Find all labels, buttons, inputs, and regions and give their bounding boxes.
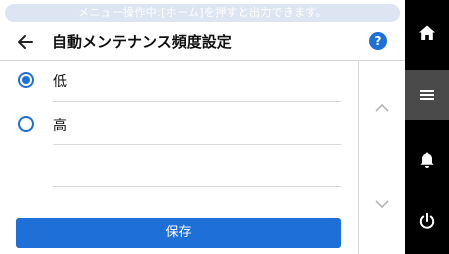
scroll-up-button[interactable]	[372, 100, 392, 116]
help-button[interactable]: ?	[369, 32, 387, 50]
divider	[53, 144, 341, 145]
divider	[53, 101, 341, 102]
bell-icon	[420, 152, 434, 168]
option-label: 高	[53, 118, 67, 134]
option-list: 低 高	[0, 61, 358, 211]
power-button[interactable]	[405, 196, 449, 246]
page-title: 自動メンテナンス頻度設定	[52, 33, 232, 51]
power-icon	[419, 212, 435, 229]
main-panel: メニュー操作中:[ホーム]を押すと出力できます。 自動メンテナンス頻度設定 ? …	[0, 0, 405, 254]
radio-unselected-icon[interactable]	[18, 116, 34, 132]
divider	[53, 186, 341, 187]
option-low[interactable]: 低	[0, 61, 358, 103]
back-arrow-icon	[18, 35, 33, 49]
option-label: 低	[53, 74, 67, 90]
home-button[interactable]	[405, 8, 449, 58]
menu-icon	[420, 90, 434, 100]
option-high[interactable]: 高	[0, 103, 358, 145]
chevron-up-icon	[375, 103, 389, 112]
back-button[interactable]	[12, 30, 40, 54]
status-banner: メニュー操作中:[ホーム]を押すと出力できます。	[5, 4, 400, 22]
notifications-button[interactable]	[405, 135, 449, 185]
sidebar	[405, 0, 449, 254]
chevron-down-icon	[375, 200, 389, 209]
menu-button[interactable]	[405, 70, 449, 120]
radio-selected-icon[interactable]	[18, 72, 34, 88]
scroll-divider	[358, 61, 359, 254]
page-header: 自動メンテナンス頻度設定 ?	[0, 24, 405, 61]
home-icon	[419, 25, 435, 40]
scroll-down-button[interactable]	[372, 196, 392, 212]
save-button[interactable]: 保存	[16, 218, 341, 248]
